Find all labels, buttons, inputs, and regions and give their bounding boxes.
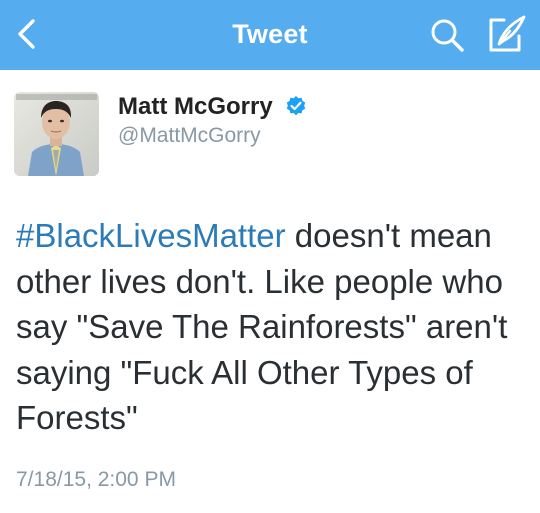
search-icon <box>431 19 464 52</box>
author-name-text: Matt McGorry <box>118 93 273 120</box>
profile-photo-image <box>14 92 99 176</box>
tweet-text: #BlackLivesMatter doesn't mean other liv… <box>16 213 526 441</box>
author-name[interactable]: Matt McGorry <box>118 92 307 122</box>
compose-button[interactable] <box>486 14 528 54</box>
tweet-timestamp[interactable]: 7/18/15, 2:00 PM <box>16 467 176 493</box>
hashtag-link[interactable]: #BlackLivesMatter <box>16 217 286 254</box>
verified-badge-icon <box>287 96 306 116</box>
author-handle[interactable]: @MattMcGorry <box>118 123 261 149</box>
search-button[interactable] <box>428 16 468 54</box>
navigation-bar: Tweet <box>0 0 540 70</box>
compose-icon <box>489 15 526 52</box>
avatar[interactable] <box>14 92 99 176</box>
